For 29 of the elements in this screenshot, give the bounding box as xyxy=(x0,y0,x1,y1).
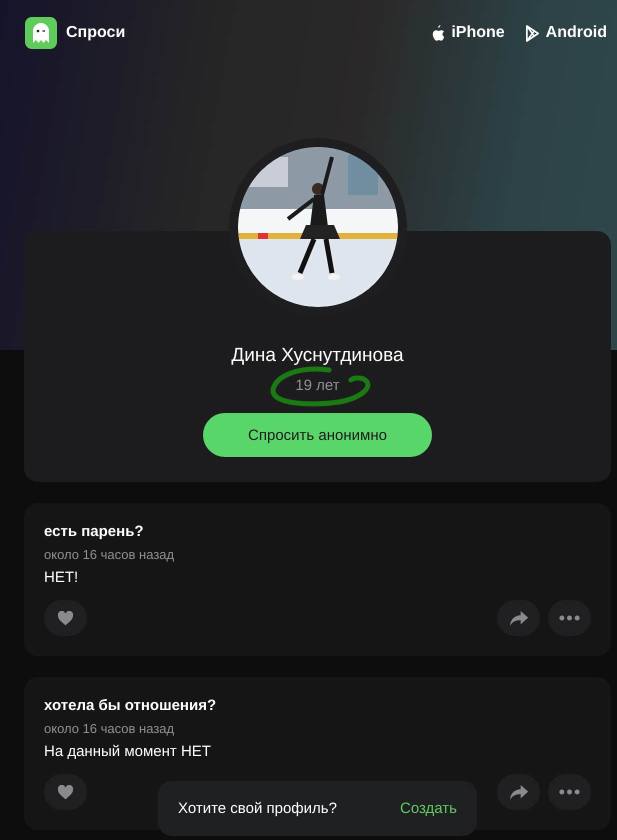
app-store-link[interactable]: iPhone xyxy=(430,24,505,42)
answer-text: На данный момент НЕТ xyxy=(44,743,212,760)
question-time: около 16 часов назад xyxy=(44,547,176,562)
more-dots-icon xyxy=(559,615,580,621)
app-store-link[interactable]: Android xyxy=(524,24,607,42)
play-store-icon xyxy=(524,24,540,42)
share-arrow-icon xyxy=(508,610,528,626)
question-text: есть парень? xyxy=(44,523,145,540)
heart-icon xyxy=(57,784,74,800)
toast-text: Хотите свой профиль? xyxy=(178,800,337,817)
answer-text: НЕТ! xyxy=(44,569,80,586)
like-button[interactable] xyxy=(44,600,87,636)
ghost-logo-icon[interactable] xyxy=(25,17,57,49)
ask-anonymously-button[interactable]: Спросить анонимно xyxy=(203,413,432,457)
share-button[interactable] xyxy=(497,774,540,810)
apple-icon xyxy=(430,24,446,42)
more-dots-icon xyxy=(559,789,580,795)
profile-name: Дина Хуснутдинова xyxy=(231,345,404,367)
create-link[interactable]: Создать xyxy=(400,800,457,817)
question-time: около 16 часов назад xyxy=(44,721,176,736)
more-button[interactable] xyxy=(548,774,591,810)
share-arrow-icon xyxy=(508,784,528,800)
profile-age: 19 лет xyxy=(295,377,340,394)
share-button[interactable] xyxy=(497,600,540,636)
more-button[interactable] xyxy=(548,600,591,636)
like-button[interactable] xyxy=(44,774,87,810)
question-text: хотела бы отношения? xyxy=(44,697,218,714)
heart-icon xyxy=(57,610,74,626)
brand-name[interactable]: Спроси xyxy=(66,24,126,42)
